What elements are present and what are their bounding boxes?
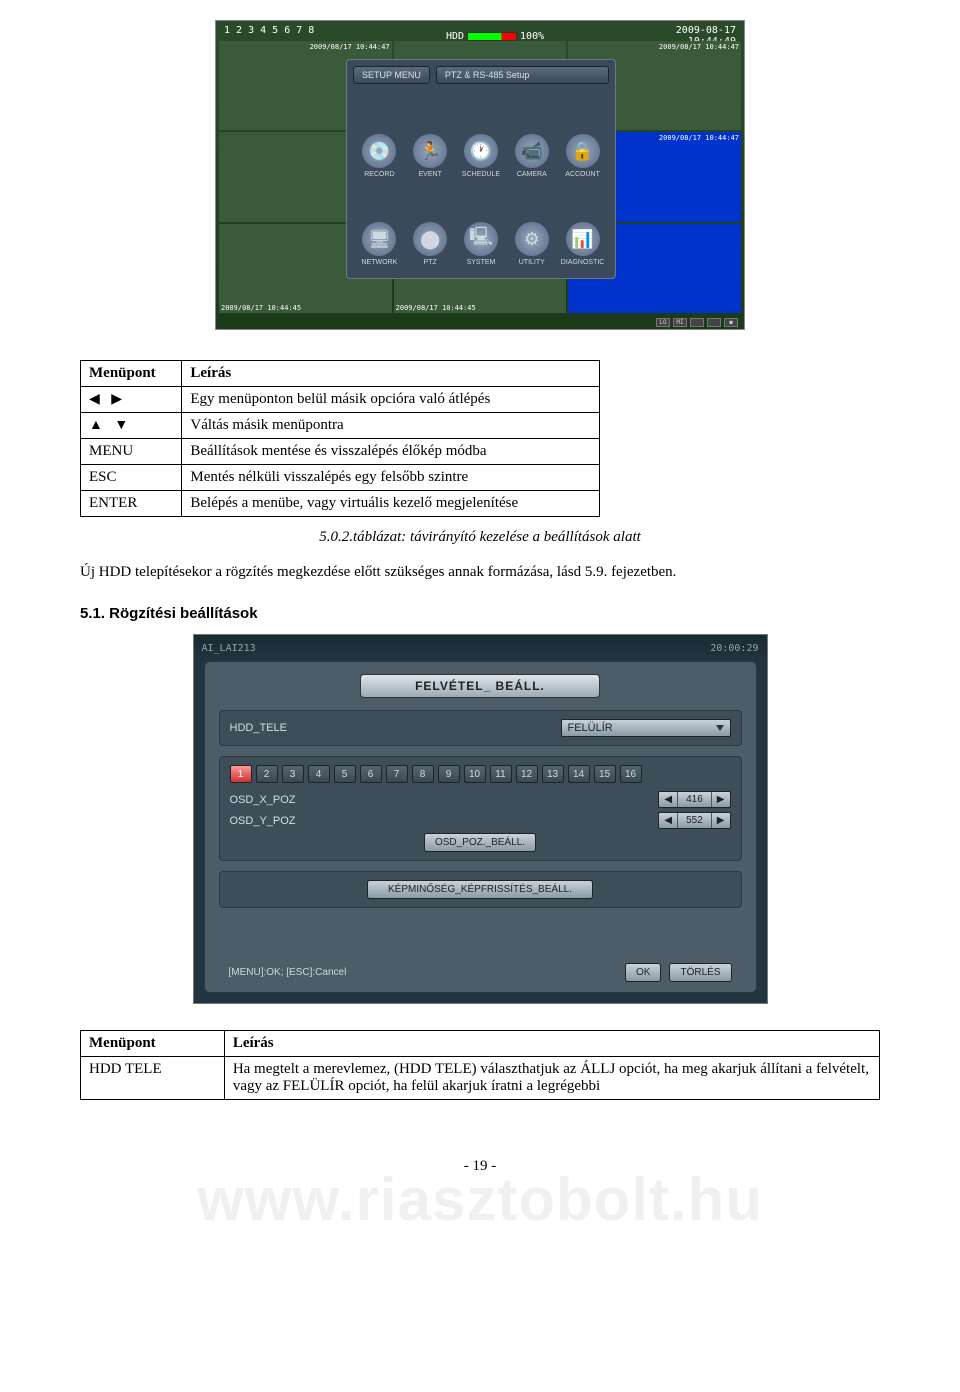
row-esc: ESC <box>81 465 182 491</box>
gear-icon: ⚙ <box>515 222 549 256</box>
dome-icon: ⬤ <box>413 222 447 256</box>
menu-camera[interactable]: 📹CAMERA <box>509 96 554 178</box>
th-menupont: Menüpont <box>81 361 182 387</box>
clock2: 20:00:29 <box>710 643 758 654</box>
hdd-tele-label: HDD_TELE <box>230 722 287 734</box>
quality-refresh-button[interactable]: KÉPMINŐSÉG_KÉPFRISSÍTÉS_BEÁLL. <box>367 880 593 899</box>
menu-diagnostic[interactable]: 📊DIAGNOSTIC <box>560 184 605 266</box>
osd-x-label: OSD_X_POZ <box>230 794 296 806</box>
hdd-tele-dropdown[interactable]: FELÜLÍR <box>561 719 731 737</box>
clock-icon: 🕐 <box>464 134 498 168</box>
menu-schedule[interactable]: 🕐SCHEDULE <box>459 96 504 178</box>
network-icon: 🖥 <box>362 222 396 256</box>
footer-hint: [MENU]:OK; [ESC]:Cancel <box>229 967 347 978</box>
dvr-setup-screenshot: 1 2 3 4 5 6 7 8 HDD 100% 2009-08-1710:44… <box>215 20 745 330</box>
osd-y-label: OSD_Y_POZ <box>230 815 296 827</box>
remote-keys-table: Menüpont Leírás ◀ ▶ Egy menüponton belül… <box>80 360 600 517</box>
hdd-paragraph: Új HDD telepítésekor a rögzítés megkezdé… <box>80 564 880 581</box>
row-lr: ◀ ▶ <box>81 387 182 413</box>
menu-network[interactable]: 🖥NETWORK <box>357 184 402 266</box>
chevron-down-icon <box>716 725 724 731</box>
system-icon: 🖳 <box>464 222 498 256</box>
setup-menu-overlay: SETUP MENU PTZ & RS-485 Setup 💿RECORD 🏃E… <box>346 59 616 279</box>
setup-subtitle-pill: PTZ & RS-485 Setup <box>436 66 609 84</box>
torles-button[interactable]: TÖRLÉS <box>669 963 731 982</box>
table1-caption: 5.0.2.táblázat: távirányító kezelése a b… <box>80 529 880 546</box>
spin-left-icon[interactable]: ◀ <box>659 792 677 807</box>
person-icon: 🏃 <box>413 134 447 168</box>
section-heading: 5.1. Rögzítési beállítások <box>80 605 880 622</box>
osd-poz-beall-button[interactable]: OSD_POZ._BEÁLL. <box>424 833 536 852</box>
chart-icon: 📊 <box>566 222 600 256</box>
row-menu: MENU <box>81 439 182 465</box>
menu-system[interactable]: 🖳SYSTEM <box>459 184 504 266</box>
th2-leiras: Leírás <box>224 1031 879 1057</box>
osd-x-spinner[interactable]: ◀ 416 ▶ <box>658 791 730 808</box>
row-hdd-tele: HDD TELE <box>81 1057 225 1100</box>
th2-menupont: Menüpont <box>81 1031 225 1057</box>
channel-selector[interactable]: 1 234 567 8910 111213 141516 <box>230 765 731 783</box>
th-leiras: Leírás <box>182 361 600 387</box>
ok-button[interactable]: OK <box>625 963 661 982</box>
row-enter: ENTER <box>81 491 182 517</box>
osd-y-spinner[interactable]: ◀ 552 ▶ <box>658 812 730 829</box>
record-setup-screenshot: AI_LAI213 20:00:29 FELVÉTEL_ BEÁLL. HDD_… <box>193 634 768 1004</box>
row-hdd-tele-desc: Ha megtelt a merevlemez, (HDD TELE) vála… <box>224 1057 879 1100</box>
menu-event[interactable]: 🏃EVENT <box>408 96 453 178</box>
panel-title: FELVÉTEL_ BEÁLL. <box>360 674 600 698</box>
record-options-table: Menüpont Leírás HDD TELE Ha megtelt a me… <box>80 1030 880 1100</box>
lock-icon: 🔒 <box>566 134 600 168</box>
setup-menu-pill: SETUP MENU <box>353 66 430 84</box>
menu-account[interactable]: 🔒ACCOUNT <box>560 96 605 178</box>
menu-utility[interactable]: ⚙UTILITY <box>509 184 554 266</box>
camera-icon: 📹 <box>515 134 549 168</box>
menu-record[interactable]: 💿RECORD <box>357 96 402 178</box>
spin-right-icon[interactable]: ▶ <box>712 813 730 828</box>
cam-label: AI_LAI213 <box>202 643 256 654</box>
menu-ptz[interactable]: ⬤PTZ <box>408 184 453 266</box>
disc-icon: 💿 <box>362 134 396 168</box>
spin-right-icon[interactable]: ▶ <box>712 792 730 807</box>
spin-left-icon[interactable]: ◀ <box>659 813 677 828</box>
status-bar-icons: LOMI● <box>656 318 738 327</box>
page-number: - 19 - <box>80 1158 880 1175</box>
row-ud: ▲ ▼ <box>81 413 182 439</box>
